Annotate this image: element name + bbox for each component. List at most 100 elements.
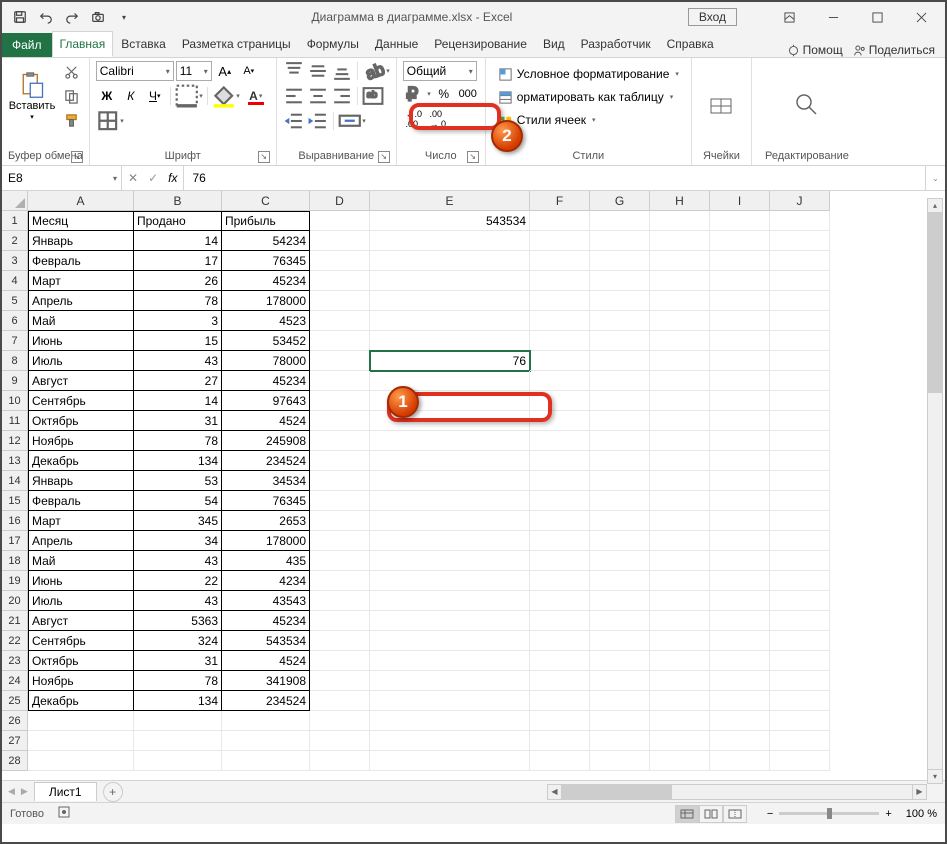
- align-center-icon[interactable]: [307, 86, 329, 106]
- cell-B20[interactable]: 43: [134, 591, 222, 611]
- cell-G3[interactable]: [590, 251, 650, 271]
- cell-J17[interactable]: [770, 531, 830, 551]
- cell-I17[interactable]: [710, 531, 770, 551]
- cancel-formula-icon[interactable]: ✕: [128, 171, 138, 185]
- row-header-4[interactable]: 4: [2, 271, 28, 291]
- cell-A16[interactable]: Март: [28, 511, 134, 531]
- scroll-down-icon[interactable]: ▾: [928, 769, 942, 783]
- tab-file[interactable]: Файл: [2, 33, 52, 57]
- name-box[interactable]: E8▾: [2, 166, 122, 190]
- cell-A20[interactable]: Июль: [28, 591, 134, 611]
- cells-icon[interactable]: [707, 91, 735, 119]
- cell-F20[interactable]: [530, 591, 590, 611]
- tell-me-button[interactable]: Помощ: [787, 43, 843, 57]
- scroll-right-icon[interactable]: ▶: [912, 785, 926, 799]
- cell-A18[interactable]: Май: [28, 551, 134, 571]
- cell-B13[interactable]: 134: [134, 451, 222, 471]
- cell-J4[interactable]: [770, 271, 830, 291]
- cell-H25[interactable]: [650, 691, 710, 711]
- cell-C4[interactable]: 45234: [222, 271, 310, 291]
- cell-F14[interactable]: [530, 471, 590, 491]
- formula-input[interactable]: 76: [184, 166, 925, 190]
- cell-G2[interactable]: [590, 231, 650, 251]
- cell-E28[interactable]: [370, 751, 530, 771]
- cell-J27[interactable]: [770, 731, 830, 751]
- increase-decimal-icon[interactable]: ←.0.00: [403, 109, 425, 129]
- camera-icon[interactable]: [86, 5, 110, 29]
- cell-D3[interactable]: [310, 251, 370, 271]
- zoom-slider[interactable]: [779, 812, 879, 815]
- cell-F8[interactable]: [530, 351, 590, 371]
- cell-J25[interactable]: [770, 691, 830, 711]
- tab-review[interactable]: Рецензирование: [426, 31, 535, 57]
- cell-F9[interactable]: [530, 371, 590, 391]
- cell-G14[interactable]: [590, 471, 650, 491]
- cell-F7[interactable]: [530, 331, 590, 351]
- cell-D18[interactable]: [310, 551, 370, 571]
- ribbon-options-icon[interactable]: [767, 3, 811, 31]
- cell-D9[interactable]: [310, 371, 370, 391]
- cell-G28[interactable]: [590, 751, 650, 771]
- cell-J26[interactable]: [770, 711, 830, 731]
- cell-F21[interactable]: [530, 611, 590, 631]
- cell-C21[interactable]: 45234: [222, 611, 310, 631]
- cell-G6[interactable]: [590, 311, 650, 331]
- redo-icon[interactable]: [60, 5, 84, 29]
- cell-F5[interactable]: [530, 291, 590, 311]
- cell-A2[interactable]: Январь: [28, 231, 134, 251]
- cell-H4[interactable]: [650, 271, 710, 291]
- cell-D20[interactable]: [310, 591, 370, 611]
- cell-D2[interactable]: [310, 231, 370, 251]
- cell-H24[interactable]: [650, 671, 710, 691]
- col-header-J[interactable]: J: [770, 191, 830, 211]
- row-header-14[interactable]: 14: [2, 471, 28, 491]
- cell-A28[interactable]: [28, 751, 134, 771]
- row-header-8[interactable]: 8: [2, 351, 28, 371]
- cell-D27[interactable]: [310, 731, 370, 751]
- cell-G25[interactable]: [590, 691, 650, 711]
- align-bottom-icon[interactable]: [331, 61, 353, 81]
- font-size-combo[interactable]: 11▾: [176, 61, 212, 81]
- normal-view-icon[interactable]: [675, 805, 699, 823]
- cell-C20[interactable]: 43543: [222, 591, 310, 611]
- cell-G22[interactable]: [590, 631, 650, 651]
- cell-A9[interactable]: Август: [28, 371, 134, 391]
- cell-C14[interactable]: 34534: [222, 471, 310, 491]
- copy-icon[interactable]: [60, 85, 82, 107]
- col-header-A[interactable]: A: [28, 191, 134, 211]
- cell-B24[interactable]: 78: [134, 671, 222, 691]
- cell-D23[interactable]: [310, 651, 370, 671]
- add-sheet-button[interactable]: +: [103, 782, 123, 802]
- col-header-E[interactable]: E: [370, 191, 530, 211]
- cell-H20[interactable]: [650, 591, 710, 611]
- underline-icon[interactable]: Ч▾: [144, 86, 166, 106]
- cell-B17[interactable]: 34: [134, 531, 222, 551]
- row-header-19[interactable]: 19: [2, 571, 28, 591]
- cell-J23[interactable]: [770, 651, 830, 671]
- cell-A15[interactable]: Февраль: [28, 491, 134, 511]
- cell-E9[interactable]: [370, 371, 530, 391]
- cell-I15[interactable]: [710, 491, 770, 511]
- cell-G8[interactable]: [590, 351, 650, 371]
- cell-G11[interactable]: [590, 411, 650, 431]
- align-top-icon[interactable]: [283, 61, 305, 81]
- cell-F12[interactable]: [530, 431, 590, 451]
- cell-E15[interactable]: [370, 491, 530, 511]
- cell-E21[interactable]: [370, 611, 530, 631]
- cell-F19[interactable]: [530, 571, 590, 591]
- cell-I4[interactable]: [710, 271, 770, 291]
- cell-G23[interactable]: [590, 651, 650, 671]
- cell-F27[interactable]: [530, 731, 590, 751]
- align-right-icon[interactable]: [331, 86, 353, 106]
- cell-A22[interactable]: Сентябрь: [28, 631, 134, 651]
- cell-C8[interactable]: 78000: [222, 351, 310, 371]
- cell-C22[interactable]: 543534: [222, 631, 310, 651]
- clipboard-dialog-icon[interactable]: ↘: [71, 151, 83, 163]
- login-button[interactable]: Вход: [688, 8, 737, 26]
- cell-J15[interactable]: [770, 491, 830, 511]
- cell-I22[interactable]: [710, 631, 770, 651]
- row-header-21[interactable]: 21: [2, 611, 28, 631]
- cell-G18[interactable]: [590, 551, 650, 571]
- row-header-3[interactable]: 3: [2, 251, 28, 271]
- cell-C15[interactable]: 76345: [222, 491, 310, 511]
